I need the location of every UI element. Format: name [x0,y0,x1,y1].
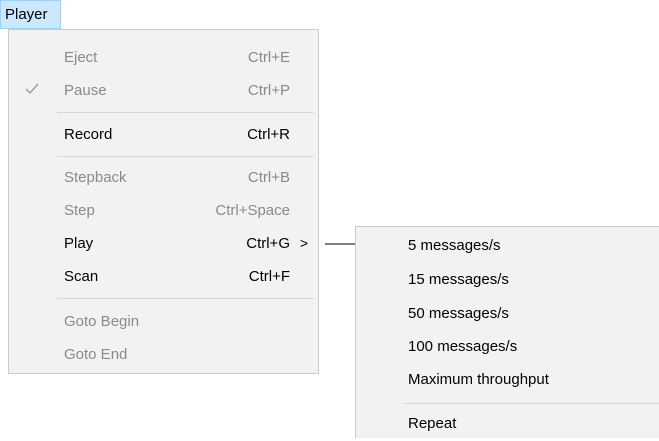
menu-item-shortcut: Ctrl+B [247,169,290,186]
submenu-item-maximum-throughput[interactable]: Maximum throughput [356,363,659,397]
submenu-item-label: 5 messages/s [408,237,501,254]
menu-player[interactable]: Player [0,0,61,29]
menu-item-shortcut: Ctrl+Space [215,202,290,219]
menu-item-label: Scan [64,268,99,285]
menu-item-record[interactable]: Record Ctrl+R [9,118,318,151]
submenu-item-label: Maximum throughput [408,371,549,388]
menu-item-shortcut: Ctrl+E [247,49,290,66]
menu-item-shortcut: Ctrl+F [248,268,290,285]
submenu-item-100-messages[interactable]: 100 messages/s [356,330,659,364]
submenu-item-label: 100 messages/s [408,338,518,355]
menu-item-label: Record [64,126,113,143]
submenu-item-label: 50 messages/s [408,305,509,322]
menu-separator [57,112,314,113]
menu-item-goto-end[interactable]: Goto End [9,338,318,371]
submenu-separator [404,403,659,404]
menu-item-pause[interactable]: Pause Ctrl+P [9,74,318,107]
menu-item-play[interactable]: Play Ctrl+G > [9,227,318,260]
menu-item-label: Step [64,202,95,219]
menu-item-label: Pause [64,82,107,99]
menu-separator [57,298,314,299]
menu-item-scan[interactable]: Scan Ctrl+F [9,260,318,293]
menu-item-step[interactable]: Step Ctrl+Space [9,194,318,227]
menu-item-label: Play [64,235,94,252]
menu-item-goto-begin[interactable]: Goto Begin [9,305,318,338]
menu-item-label: Stepback [64,169,127,186]
menu-item-label: Goto Begin [64,313,140,330]
submenu-arrow-icon: > [299,235,308,251]
submenu-item-label: 15 messages/s [408,271,509,288]
submenu-item-repeat[interactable]: Repeat [356,407,659,441]
menu-item-label: Goto End [64,346,128,363]
menu-item-eject[interactable]: Eject Ctrl+E [9,41,318,74]
submenu-item-50-messages[interactable]: 50 messages/s [356,297,659,331]
menu-item-shortcut: Ctrl+P [247,82,290,99]
submenu-item-15-messages[interactable]: 15 messages/s [356,263,659,297]
player-menu: Eject Ctrl+E Pause Ctrl+P Record Ctrl+R … [8,29,319,374]
menu-separator [57,156,314,157]
checkmark-icon [25,83,39,95]
menu-item-label: Eject [64,49,98,66]
submenu-item-5-messages[interactable]: 5 messages/s [356,229,659,263]
menu-item-stepback[interactable]: Stepback Ctrl+B [9,161,318,194]
menu-item-shortcut: Ctrl+R [247,126,290,143]
play-submenu: 5 messages/s 15 messages/s 50 messages/s… [355,226,659,438]
submenu-item-label: Repeat [408,415,457,432]
menu-item-shortcut: Ctrl+G [246,235,290,252]
